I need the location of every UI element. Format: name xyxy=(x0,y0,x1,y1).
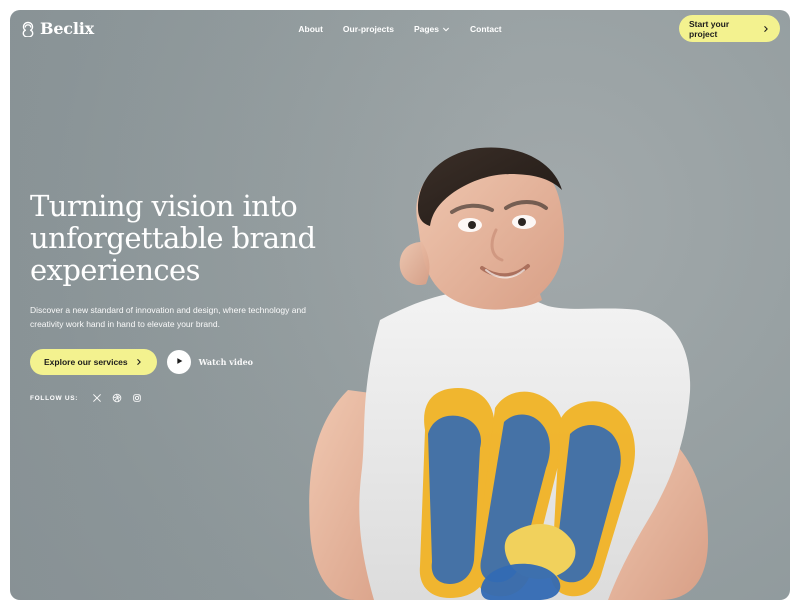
social-links xyxy=(92,393,142,403)
hero-headline: Turning vision into unforgettable brand … xyxy=(30,190,330,286)
follow-label: FOLLOW US: xyxy=(30,394,79,402)
page-frame: Beclix About Our-projects Pages Contact xyxy=(10,10,790,600)
hero-actions: Explore our services Watch video xyxy=(30,349,330,375)
chevron-right-icon xyxy=(135,358,143,366)
instagram-icon[interactable] xyxy=(132,393,142,403)
explore-services-button[interactable]: Explore our services xyxy=(30,349,157,375)
start-project-button[interactable]: Start your project xyxy=(679,15,780,42)
start-project-label: Start your project xyxy=(689,18,730,39)
x-icon[interactable] xyxy=(92,393,102,403)
nav-item-our-projects[interactable]: Our-projects xyxy=(343,24,394,34)
nav-item-label: Pages xyxy=(413,24,439,34)
hero-left: Turning vision into unforgettable brand … xyxy=(30,190,330,403)
top-header: Beclix About Our-projects Pages Contact xyxy=(10,10,790,50)
main-nav: About Our-projects Pages Contact xyxy=(10,24,790,34)
watch-video-label: Watch video xyxy=(198,357,253,367)
play-icon xyxy=(174,353,184,371)
follow-us: FOLLOW US: xyxy=(30,393,330,403)
chevron-down-icon xyxy=(442,26,450,34)
nav-item-about[interactable]: About xyxy=(298,24,323,34)
dribbble-icon[interactable] xyxy=(112,393,122,403)
nav-item-contact[interactable]: Contact xyxy=(470,24,502,34)
hero-subcopy: Discover a new standard of innovation an… xyxy=(30,305,306,329)
headline-line-3: experiences xyxy=(30,253,201,287)
headline-line-1: Turning vision into xyxy=(30,189,298,223)
nav-item-label: Our-projects xyxy=(342,24,394,34)
chevron-right-icon xyxy=(762,25,770,33)
watch-video-button[interactable]: Watch video xyxy=(166,350,253,374)
play-button[interactable] xyxy=(166,350,191,374)
headline-line-2: unforgettable brand xyxy=(30,221,316,255)
nav-item-label: Contact xyxy=(469,24,502,34)
nav-item-pages[interactable]: Pages xyxy=(414,24,450,34)
explore-services-label: Explore our services xyxy=(44,357,128,367)
nav-item-label: About xyxy=(298,24,323,34)
